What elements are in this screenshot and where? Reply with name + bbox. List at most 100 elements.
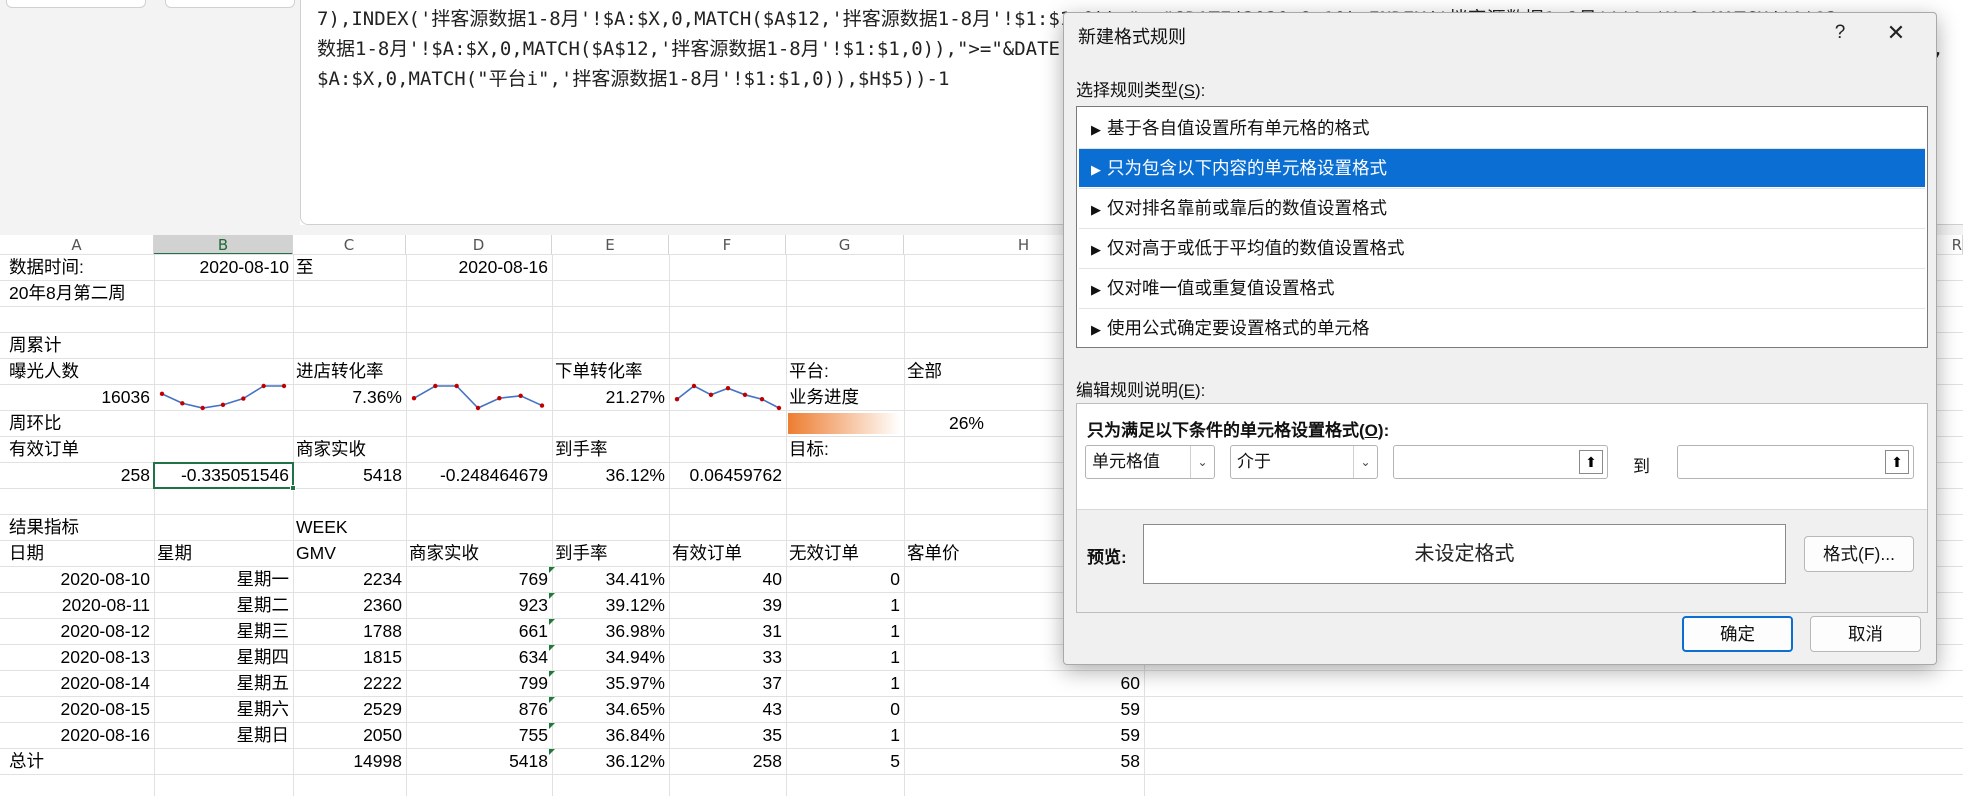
table-cell[interactable]: 2020-08-11 bbox=[0, 592, 150, 618]
table-header-cell[interactable]: 星期 bbox=[157, 540, 192, 566]
total-cell[interactable]: 258 bbox=[669, 748, 782, 774]
table-cell[interactable]: 0 bbox=[786, 696, 900, 722]
table-cell[interactable]: 2050 bbox=[293, 722, 402, 748]
table-cell[interactable]: 31 bbox=[669, 618, 782, 644]
table-header-cell[interactable]: 到手率 bbox=[555, 540, 608, 566]
total-cell[interactable]: 5418 bbox=[406, 748, 548, 774]
table-cell[interactable]: 59 bbox=[904, 696, 1140, 722]
table-header-cell[interactable]: 客单价 bbox=[907, 540, 960, 566]
table-cell[interactable]: 2020-08-16 bbox=[0, 722, 150, 748]
cell-hand-rate-value[interactable]: 36.12% bbox=[552, 462, 665, 488]
table-cell[interactable]: 星期四 bbox=[154, 644, 290, 670]
range-picker-icon[interactable]: ⬆ bbox=[1579, 450, 1603, 474]
table-cell[interactable]: 923 bbox=[406, 592, 548, 618]
column-header-d[interactable]: D bbox=[406, 235, 552, 255]
cell-merchant-wow[interactable]: -0.248464679 bbox=[406, 462, 548, 488]
rule-type-item[interactable]: ▶ 使用公式确定要设置格式的单元格 bbox=[1079, 309, 1925, 347]
formula-function-area[interactable] bbox=[165, 0, 295, 8]
cancel-button[interactable]: 取消 bbox=[1810, 616, 1921, 652]
table-cell[interactable]: 星期一 bbox=[154, 566, 290, 592]
table-cell[interactable]: 36.98% bbox=[552, 618, 665, 644]
cell-platform-value[interactable]: 全部 bbox=[907, 358, 942, 384]
table-cell[interactable]: 2234 bbox=[293, 566, 402, 592]
column-header-a[interactable]: A bbox=[0, 235, 154, 255]
value-from-input[interactable]: ⬆ bbox=[1393, 445, 1608, 479]
cell-progress-value[interactable]: 26% bbox=[904, 410, 984, 436]
table-cell[interactable]: 星期五 bbox=[154, 670, 290, 696]
table-cell[interactable]: 40 bbox=[669, 566, 782, 592]
column-header-b[interactable]: B bbox=[154, 235, 293, 255]
table-cell[interactable]: 60 bbox=[904, 670, 1140, 696]
table-cell[interactable]: 星期二 bbox=[154, 592, 290, 618]
table-cell[interactable]: 星期日 bbox=[154, 722, 290, 748]
cell-period[interactable]: 20年8月第二周 bbox=[9, 280, 126, 306]
cell-date-start[interactable]: 2020-08-10 bbox=[154, 254, 289, 280]
column-header-g[interactable]: G bbox=[786, 235, 904, 255]
cell-valid-orders-label[interactable]: 有效订单 bbox=[9, 436, 79, 462]
rule-type-item[interactable]: ▶ 只为包含以下内容的单元格设置格式 bbox=[1079, 149, 1925, 187]
table-header-cell[interactable]: 商家实收 bbox=[409, 540, 479, 566]
table-cell[interactable]: 39.12% bbox=[552, 592, 665, 618]
table-cell[interactable]: 2360 bbox=[293, 592, 402, 618]
condition-operator-select[interactable]: 介于 ⌄ bbox=[1230, 445, 1378, 479]
table-cell[interactable]: 2020-08-14 bbox=[0, 670, 150, 696]
table-cell[interactable]: 799 bbox=[406, 670, 548, 696]
table-cell[interactable]: 35 bbox=[669, 722, 782, 748]
total-cell[interactable] bbox=[154, 748, 289, 774]
table-cell[interactable]: 1 bbox=[786, 644, 900, 670]
table-cell[interactable]: 1 bbox=[786, 722, 900, 748]
table-cell[interactable]: 2020-08-13 bbox=[0, 644, 150, 670]
table-cell[interactable]: 星期三 bbox=[154, 618, 290, 644]
table-cell[interactable]: 59 bbox=[904, 722, 1140, 748]
cell-order-conv-value[interactable]: 21.27% bbox=[552, 384, 665, 410]
cell-date-end[interactable]: 2020-08-16 bbox=[406, 254, 548, 280]
table-cell[interactable]: 星期六 bbox=[154, 696, 290, 722]
table-header-cell[interactable]: 日期 bbox=[9, 540, 44, 566]
cell-valid-orders-value[interactable]: 258 bbox=[0, 462, 150, 488]
table-header-cell[interactable]: 无效订单 bbox=[789, 540, 859, 566]
rule-type-item[interactable]: ▶ 仅对唯一值或重复值设置格式 bbox=[1079, 269, 1925, 307]
table-cell[interactable]: 755 bbox=[406, 722, 548, 748]
table-cell[interactable]: 33 bbox=[669, 644, 782, 670]
cell-store-conv-label[interactable]: 进店转化率 bbox=[296, 358, 384, 384]
table-cell[interactable]: 37 bbox=[669, 670, 782, 696]
table-cell[interactable]: 0 bbox=[786, 566, 900, 592]
condition-field-select[interactable]: 单元格值 ⌄ bbox=[1085, 445, 1215, 479]
cell-store-conv-value[interactable]: 7.36% bbox=[293, 384, 402, 410]
rule-type-item[interactable]: ▶ 仅对高于或低于平均值的数值设置格式 bbox=[1079, 229, 1925, 267]
cell-exposure-value[interactable]: 16036 bbox=[0, 384, 150, 410]
table-cell[interactable]: 634 bbox=[406, 644, 548, 670]
table-cell[interactable]: 1788 bbox=[293, 618, 402, 644]
column-header-c[interactable]: C bbox=[293, 235, 406, 255]
cell-hand-rate-label[interactable]: 到手率 bbox=[555, 436, 608, 462]
cell-to[interactable]: 至 bbox=[296, 254, 314, 280]
rule-type-item[interactable]: ▶ 基于各自值设置所有单元格的格式 bbox=[1079, 109, 1925, 147]
cell-weekly-total[interactable]: 周累计 bbox=[9, 332, 62, 358]
cell-wow-label[interactable]: 周环比 bbox=[9, 410, 62, 436]
cell-merchant-value[interactable]: 5418 bbox=[293, 462, 402, 488]
table-cell[interactable]: 876 bbox=[406, 696, 548, 722]
table-cell[interactable]: 1 bbox=[786, 618, 900, 644]
cell-target-label[interactable]: 目标: bbox=[789, 436, 829, 462]
name-box[interactable] bbox=[6, 0, 146, 8]
cell-platform-label[interactable]: 平台: bbox=[789, 358, 829, 384]
cell-merchant-label[interactable]: 商家实收 bbox=[296, 436, 366, 462]
fill-handle[interactable] bbox=[290, 485, 296, 491]
table-cell[interactable]: 2529 bbox=[293, 696, 402, 722]
table-cell[interactable]: 2020-08-10 bbox=[0, 566, 150, 592]
column-header-e[interactable]: E bbox=[552, 235, 669, 255]
column-header-f[interactable]: F bbox=[669, 235, 786, 255]
table-cell[interactable]: 36.84% bbox=[552, 722, 665, 748]
cell-week-label[interactable]: WEEK bbox=[296, 514, 348, 540]
table-cell[interactable]: 2020-08-12 bbox=[0, 618, 150, 644]
table-header-cell[interactable]: 有效订单 bbox=[672, 540, 742, 566]
table-cell[interactable]: 1815 bbox=[293, 644, 402, 670]
table-cell[interactable]: 2222 bbox=[293, 670, 402, 696]
cell-exposure-label[interactable]: 曝光人数 bbox=[9, 358, 79, 384]
table-cell[interactable]: 769 bbox=[406, 566, 548, 592]
table-cell[interactable]: 34.65% bbox=[552, 696, 665, 722]
cell-progress-label[interactable]: 业务进度 bbox=[789, 384, 859, 410]
total-cell[interactable]: 36.12% bbox=[552, 748, 665, 774]
value-to-input[interactable]: ⬆ bbox=[1677, 445, 1914, 479]
table-cell[interactable]: 35.97% bbox=[552, 670, 665, 696]
